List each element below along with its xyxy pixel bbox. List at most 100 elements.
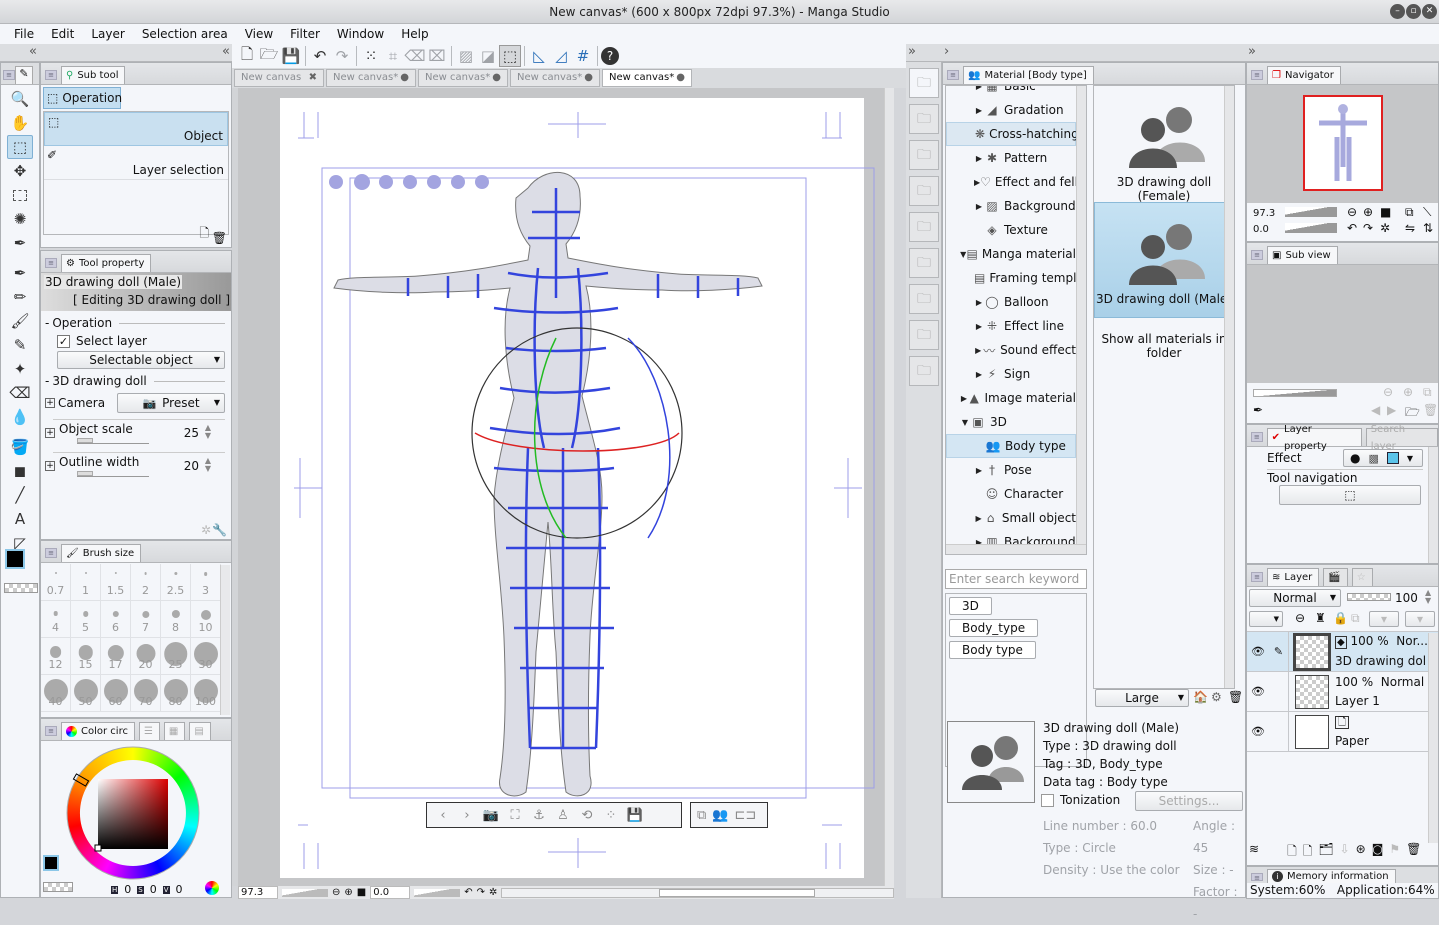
- folder-3d-object-icon[interactable]: 🗀: [909, 320, 939, 350]
- next-icon[interactable]: ▶: [1387, 403, 1396, 417]
- delete-subtool-icon[interactable]: 🗑: [212, 231, 227, 245]
- collapse-panel-icon[interactable]: «: [222, 44, 230, 59]
- material-tree-item[interactable]: ▶ 〰 Sound effect: [946, 338, 1076, 362]
- expand-dock-icon[interactable]: »: [908, 44, 916, 59]
- canvas-svg[interactable]: [238, 88, 894, 886]
- effect-selector[interactable]: ● ▩ ▼: [1343, 449, 1423, 467]
- panel-menu-icon[interactable]: ≡: [1251, 572, 1263, 582]
- grid-snap-icon[interactable]: #: [572, 45, 594, 67]
- list-scrollbar[interactable]: [1224, 86, 1234, 688]
- expand-arrow-icon[interactable]: ▶: [974, 514, 983, 523]
- tree-vertical-scrollbar[interactable]: [1076, 86, 1086, 544]
- merge-down-icon[interactable]: ⊛: [1356, 842, 1366, 863]
- view-size-dropdown[interactable]: Large ▼: [1095, 689, 1189, 707]
- help-icon[interactable]: ?: [601, 47, 619, 65]
- previous-icon[interactable]: ◀: [1371, 403, 1380, 417]
- rotate-right-icon[interactable]: ↷: [477, 887, 485, 898]
- brush-size-option[interactable]: 20: [131, 638, 161, 675]
- material-item[interactable]: 3D drawing doll (Female): [1094, 86, 1234, 203]
- tab-tool-property[interactable]: ⚙ Tool property: [61, 254, 152, 272]
- new-subtool-icon[interactable]: 🗋: [199, 224, 209, 245]
- tab-color-circle[interactable]: Color circ: [61, 722, 135, 740]
- brush-size-option[interactable]: 3: [191, 564, 221, 601]
- material-tree-item[interactable]: ▤ Framing templa: [946, 266, 1084, 290]
- panel-menu-icon[interactable]: ≡: [947, 70, 959, 80]
- brush-size-option[interactable]: 12: [41, 638, 71, 675]
- material-settings-icon[interactable]: ⚙: [1211, 690, 1222, 704]
- reference-icon[interactable]: ♜: [1315, 611, 1326, 625]
- minimize-icon[interactable]: –: [1390, 4, 1405, 19]
- material-tree-item[interactable]: ▶ ⚡ Sign: [946, 362, 1076, 386]
- tab-brush-size[interactable]: 🖌 Brush size: [61, 544, 142, 562]
- menu-edit[interactable]: Edit: [43, 27, 83, 41]
- navigator-viewport[interactable]: [1303, 95, 1383, 191]
- folder-framing-icon[interactable]: 🗀: [909, 212, 939, 242]
- show-selection-icon[interactable]: ⬚: [499, 45, 521, 67]
- blend-mode-dropdown[interactable]: Normal ▼: [1249, 589, 1341, 607]
- brush-size-option[interactable]: 10: [191, 601, 221, 638]
- register-icon[interactable]: 💾: [625, 808, 645, 823]
- menu-window[interactable]: Window: [329, 27, 393, 41]
- menu-view[interactable]: View: [237, 27, 282, 41]
- ground-icon[interactable]: ⚓: [529, 808, 549, 823]
- move-icon[interactable]: [329, 175, 343, 189]
- folder-effect-line-icon[interactable]: 🗀: [909, 248, 939, 278]
- show-all-link[interactable]: Show all materials in folder: [1094, 332, 1234, 360]
- visibility-eye-icon[interactable]: 👁: [1247, 685, 1269, 698]
- folder-image-material-icon[interactable]: 🗀: [909, 284, 939, 314]
- tool-decoration[interactable]: ✦: [7, 357, 33, 381]
- zoom-slider[interactable]: [282, 888, 328, 897]
- panel-menu-icon[interactable]: ≡: [45, 258, 57, 268]
- object-rotate-icon[interactable]: [451, 175, 465, 189]
- zoom-camera-icon[interactable]: [379, 175, 393, 189]
- brush-size-option[interactable]: 60: [101, 675, 131, 712]
- panel-menu-icon[interactable]: ≡: [1251, 250, 1263, 260]
- expand-arrow-icon[interactable]: ▼: [960, 418, 970, 427]
- new-folder-icon[interactable]: 🗂: [1318, 842, 1333, 863]
- layer-palette-icon[interactable]: ≋: [1249, 842, 1259, 863]
- hue-cursor[interactable]: [72, 773, 90, 787]
- canvas-vertical-scrollbar[interactable]: [884, 88, 894, 886]
- prev-icon[interactable]: ‹: [433, 808, 453, 823]
- zoom-field[interactable]: 97.3: [238, 886, 278, 899]
- reset-icon[interactable]: ✲: [201, 523, 211, 537]
- reset-rotation-icon[interactable]: ✲: [489, 887, 497, 898]
- material-tree-item[interactable]: ▶ ▲ Image material: [946, 386, 1076, 410]
- folder-pose-icon[interactable]: 🗀: [909, 356, 939, 386]
- zoom-in-icon[interactable]: ⊕: [1403, 385, 1413, 399]
- selectable-object-dropdown[interactable]: Selectable object ▼: [57, 351, 225, 369]
- tool-auto-select[interactable]: ✺: [7, 207, 33, 231]
- flip-vertical-icon[interactable]: ⇅: [1423, 221, 1433, 235]
- tab-material[interactable]: 👥 Material [Body type]: [963, 66, 1094, 84]
- transparent-color-swatch[interactable]: [4, 583, 38, 593]
- tag-chip[interactable]: Body type: [949, 641, 1036, 659]
- navigator-rotation-field[interactable]: 0.0: [1253, 224, 1283, 235]
- flip-horizontal-icon[interactable]: ⇋: [1405, 221, 1415, 235]
- tonization-checkbox[interactable]: Tonization: [1041, 793, 1120, 807]
- folder-cross-icon[interactable]: 🗀: [909, 140, 939, 170]
- fit-icon[interactable]: ■: [1380, 205, 1391, 219]
- color-wheel[interactable]: [41, 741, 233, 897]
- mask-dropdown[interactable]: ▾: [1369, 611, 1399, 627]
- rotation-field[interactable]: 0.0: [370, 886, 411, 899]
- tool-fill[interactable]: 🪣: [7, 435, 33, 459]
- expand-arrow-icon[interactable]: ▶: [974, 370, 984, 379]
- expand-arrow-icon[interactable]: ▶: [974, 466, 984, 475]
- object-scale-slider[interactable]: [77, 438, 149, 444]
- material-tree-item[interactable]: ▶ ◢ Gradation: [946, 98, 1076, 122]
- edit-slot[interactable]: [1269, 672, 1289, 711]
- delete-icon[interactable]: 🗑: [1423, 403, 1438, 417]
- tool-zoom[interactable]: 🔍: [7, 87, 33, 111]
- subview-zoom-slider[interactable]: [1253, 389, 1337, 397]
- expand-arrow-icon[interactable]: ▶: [974, 106, 984, 115]
- folder-tone-icon[interactable]: 🗀: [909, 176, 939, 206]
- rotate-left-icon[interactable]: ↶: [464, 887, 472, 898]
- reset-icon[interactable]: ⁘: [601, 808, 621, 823]
- visibility-eye-icon[interactable]: 👁: [1247, 645, 1269, 658]
- clear-icon[interactable]: ▨: [455, 45, 477, 67]
- folder-image-icon[interactable]: 🗀: [909, 104, 939, 134]
- expand-arrow-icon[interactable]: ▶: [974, 298, 984, 307]
- tab-animation[interactable]: 🎬: [1323, 568, 1348, 586]
- select-layer-checkbox[interactable]: ✓ Select layer: [45, 331, 225, 351]
- ruler-snap-icon[interactable]: ◺: [528, 45, 550, 67]
